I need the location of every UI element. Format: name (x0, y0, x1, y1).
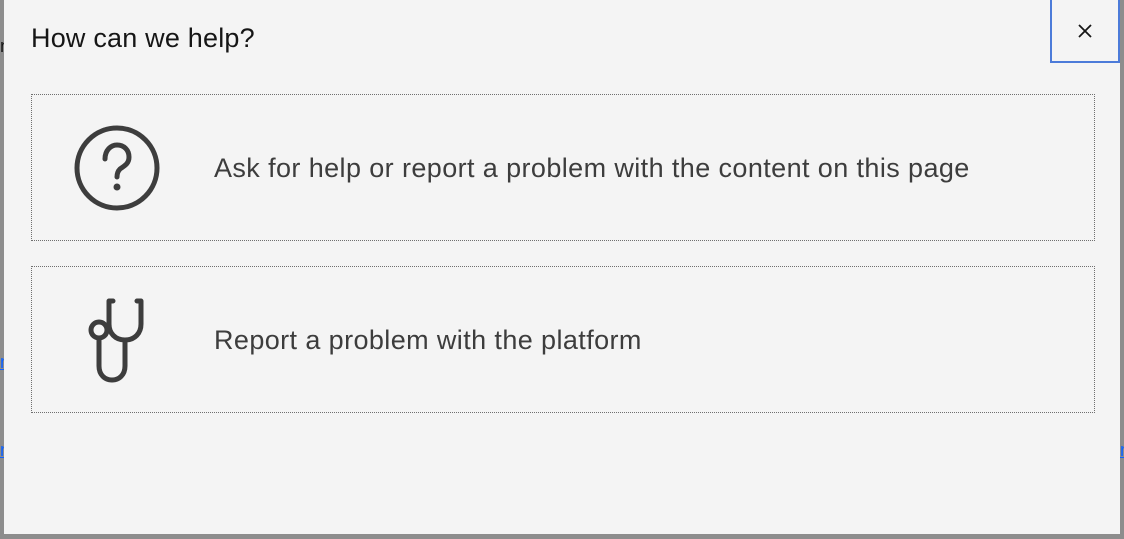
close-icon (1076, 22, 1094, 40)
stethoscope-icon (73, 296, 161, 384)
report-platform-problem-label: Report a problem with the platform (214, 324, 642, 355)
report-platform-problem-option[interactable]: Report a problem with the platform (31, 266, 1095, 413)
help-circle-icon (73, 124, 161, 212)
help-dialog: How can we help? Ask for help or report … (4, 0, 1120, 534)
ask-for-help-label: Ask for help or report a problem with th… (214, 152, 970, 183)
background-link-fragment: n (1120, 440, 1124, 460)
ask-for-help-option[interactable]: Ask for help or report a problem with th… (31, 94, 1095, 241)
dialog-title: How can we help? (31, 23, 255, 53)
close-button[interactable] (1050, 0, 1120, 63)
